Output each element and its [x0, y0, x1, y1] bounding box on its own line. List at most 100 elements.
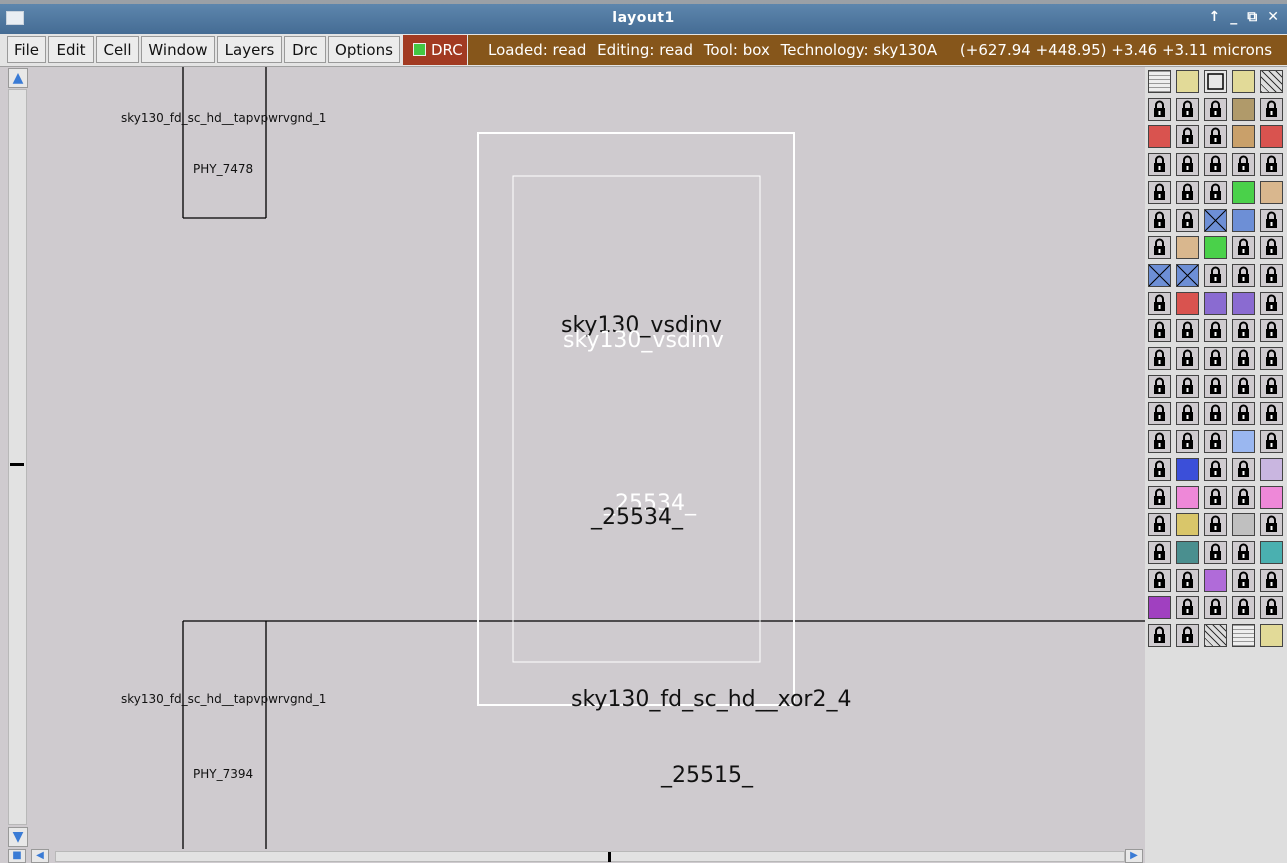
layer-swatch[interactable]	[1176, 291, 1199, 315]
lock-icon[interactable]	[1260, 319, 1283, 343]
lock-icon[interactable]	[1148, 319, 1171, 343]
lock-icon[interactable]	[1232, 457, 1255, 481]
layer-swatch[interactable]	[1260, 125, 1283, 149]
lock-icon[interactable]	[1232, 236, 1255, 260]
lock-icon[interactable]	[1260, 153, 1283, 177]
lock-icon[interactable]	[1204, 596, 1227, 620]
lock-icon[interactable]	[1148, 153, 1171, 177]
minimize-icon[interactable]: _	[1230, 9, 1237, 25]
drc-toggle[interactable]: DRC	[403, 35, 467, 65]
lock-icon[interactable]	[1204, 97, 1227, 121]
lock-icon[interactable]	[1148, 180, 1171, 204]
layer-swatch[interactable]	[1148, 596, 1171, 620]
layer-swatch[interactable]	[1204, 291, 1227, 315]
lock-icon[interactable]	[1176, 568, 1199, 592]
lock-icon[interactable]	[1232, 347, 1255, 370]
lock-icon[interactable]	[1260, 208, 1283, 232]
layer-swatch[interactable]	[1176, 236, 1199, 260]
lock-icon[interactable]	[1176, 153, 1199, 177]
menu-layers[interactable]: Layers	[217, 36, 282, 63]
layer-swatch[interactable]	[1176, 263, 1199, 287]
layer-swatch[interactable]	[1260, 457, 1283, 481]
lock-icon[interactable]	[1148, 485, 1171, 509]
layer-swatch[interactable]	[1176, 457, 1199, 481]
layer-swatch[interactable]	[1260, 624, 1283, 647]
lock-icon[interactable]	[1148, 97, 1171, 121]
layer-swatch[interactable]	[1148, 70, 1171, 93]
lock-icon[interactable]	[1204, 319, 1227, 343]
layer-swatch[interactable]	[1176, 513, 1199, 537]
layer-swatch[interactable]	[1232, 125, 1255, 149]
lock-icon[interactable]	[1204, 457, 1227, 481]
layer-swatch[interactable]	[1232, 291, 1255, 315]
layer-swatch[interactable]	[1260, 70, 1283, 93]
lock-icon[interactable]	[1260, 236, 1283, 260]
vertical-scrollbar[interactable]: ▲ ▼	[5, 67, 30, 849]
layer-swatch[interactable]	[1148, 125, 1171, 149]
lock-icon[interactable]	[1176, 596, 1199, 620]
menu-cell[interactable]: Cell	[96, 36, 139, 63]
layer-swatch[interactable]	[1232, 70, 1255, 93]
lock-icon[interactable]	[1176, 402, 1199, 426]
lock-icon[interactable]	[1260, 291, 1283, 315]
layer-swatch[interactable]	[1260, 485, 1283, 509]
lock-icon[interactable]	[1176, 319, 1199, 343]
layer-swatch[interactable]	[1204, 568, 1227, 592]
horizontal-scroll-trough[interactable]	[55, 851, 1125, 862]
menu-file[interactable]: File	[7, 36, 46, 63]
arrow-up-icon[interactable]: ▲	[8, 68, 28, 88]
layer-swatch[interactable]	[1232, 513, 1255, 537]
layer-swatch[interactable]	[1260, 180, 1283, 204]
lock-icon[interactable]	[1204, 347, 1227, 370]
lock-icon[interactable]	[1260, 347, 1283, 370]
layer-swatch[interactable]	[1204, 208, 1227, 232]
lock-icon[interactable]	[1148, 430, 1171, 454]
lock-icon[interactable]	[1204, 125, 1227, 149]
layer-swatch[interactable]	[1204, 236, 1227, 260]
lock-icon[interactable]	[1232, 485, 1255, 509]
lock-icon[interactable]	[1176, 347, 1199, 370]
layer-swatch[interactable]	[1232, 430, 1255, 454]
lock-icon[interactable]	[1204, 374, 1227, 398]
lock-icon[interactable]	[1176, 374, 1199, 398]
lock-icon[interactable]	[1148, 236, 1171, 260]
window-titlebar[interactable]: layout1 ↑ _ ⧉ ✕	[0, 4, 1287, 34]
layer-swatch[interactable]	[1176, 70, 1199, 93]
layer-swatch[interactable]	[1260, 540, 1283, 564]
lock-icon[interactable]	[1148, 568, 1171, 592]
layer-swatch[interactable]	[1232, 97, 1255, 121]
arrow-down-icon[interactable]: ▼	[8, 827, 28, 847]
lock-icon[interactable]	[1176, 97, 1199, 121]
lock-icon[interactable]	[1148, 374, 1171, 398]
lock-icon[interactable]	[1176, 430, 1199, 454]
lock-icon[interactable]	[1148, 347, 1171, 370]
lock-icon[interactable]	[1260, 430, 1283, 454]
layer-swatch[interactable]	[1204, 70, 1227, 93]
layer-swatch[interactable]	[1148, 263, 1171, 287]
lock-icon[interactable]	[1204, 485, 1227, 509]
lock-icon[interactable]	[1176, 125, 1199, 149]
layer-swatch[interactable]	[1176, 485, 1199, 509]
lock-icon[interactable]	[1204, 540, 1227, 564]
lock-icon[interactable]	[1260, 596, 1283, 620]
lock-icon[interactable]	[1260, 568, 1283, 592]
lock-icon[interactable]	[1260, 402, 1283, 426]
layout-canvas[interactable]: sky130_fd_sc_hd__tapvpwrvgnd_1 PHY_7478 …	[30, 67, 1145, 849]
arrow-left-icon[interactable]: ◀	[31, 849, 49, 863]
lock-icon[interactable]	[1204, 402, 1227, 426]
menu-drc[interactable]: Drc	[284, 36, 326, 63]
pin-icon[interactable]: ↑	[1209, 9, 1221, 25]
lock-icon[interactable]	[1232, 596, 1255, 620]
lock-icon[interactable]	[1204, 513, 1227, 537]
lock-icon[interactable]	[1260, 513, 1283, 537]
lock-icon[interactable]	[1148, 540, 1171, 564]
lock-icon[interactable]	[1260, 374, 1283, 398]
menu-window[interactable]: Window	[141, 36, 215, 63]
lock-icon[interactable]	[1260, 263, 1283, 287]
lock-icon[interactable]	[1204, 263, 1227, 287]
lock-icon[interactable]	[1204, 153, 1227, 177]
layer-swatch[interactable]	[1232, 208, 1255, 232]
lock-icon[interactable]	[1176, 208, 1199, 232]
lock-icon[interactable]	[1148, 457, 1171, 481]
lock-icon[interactable]	[1260, 97, 1283, 121]
